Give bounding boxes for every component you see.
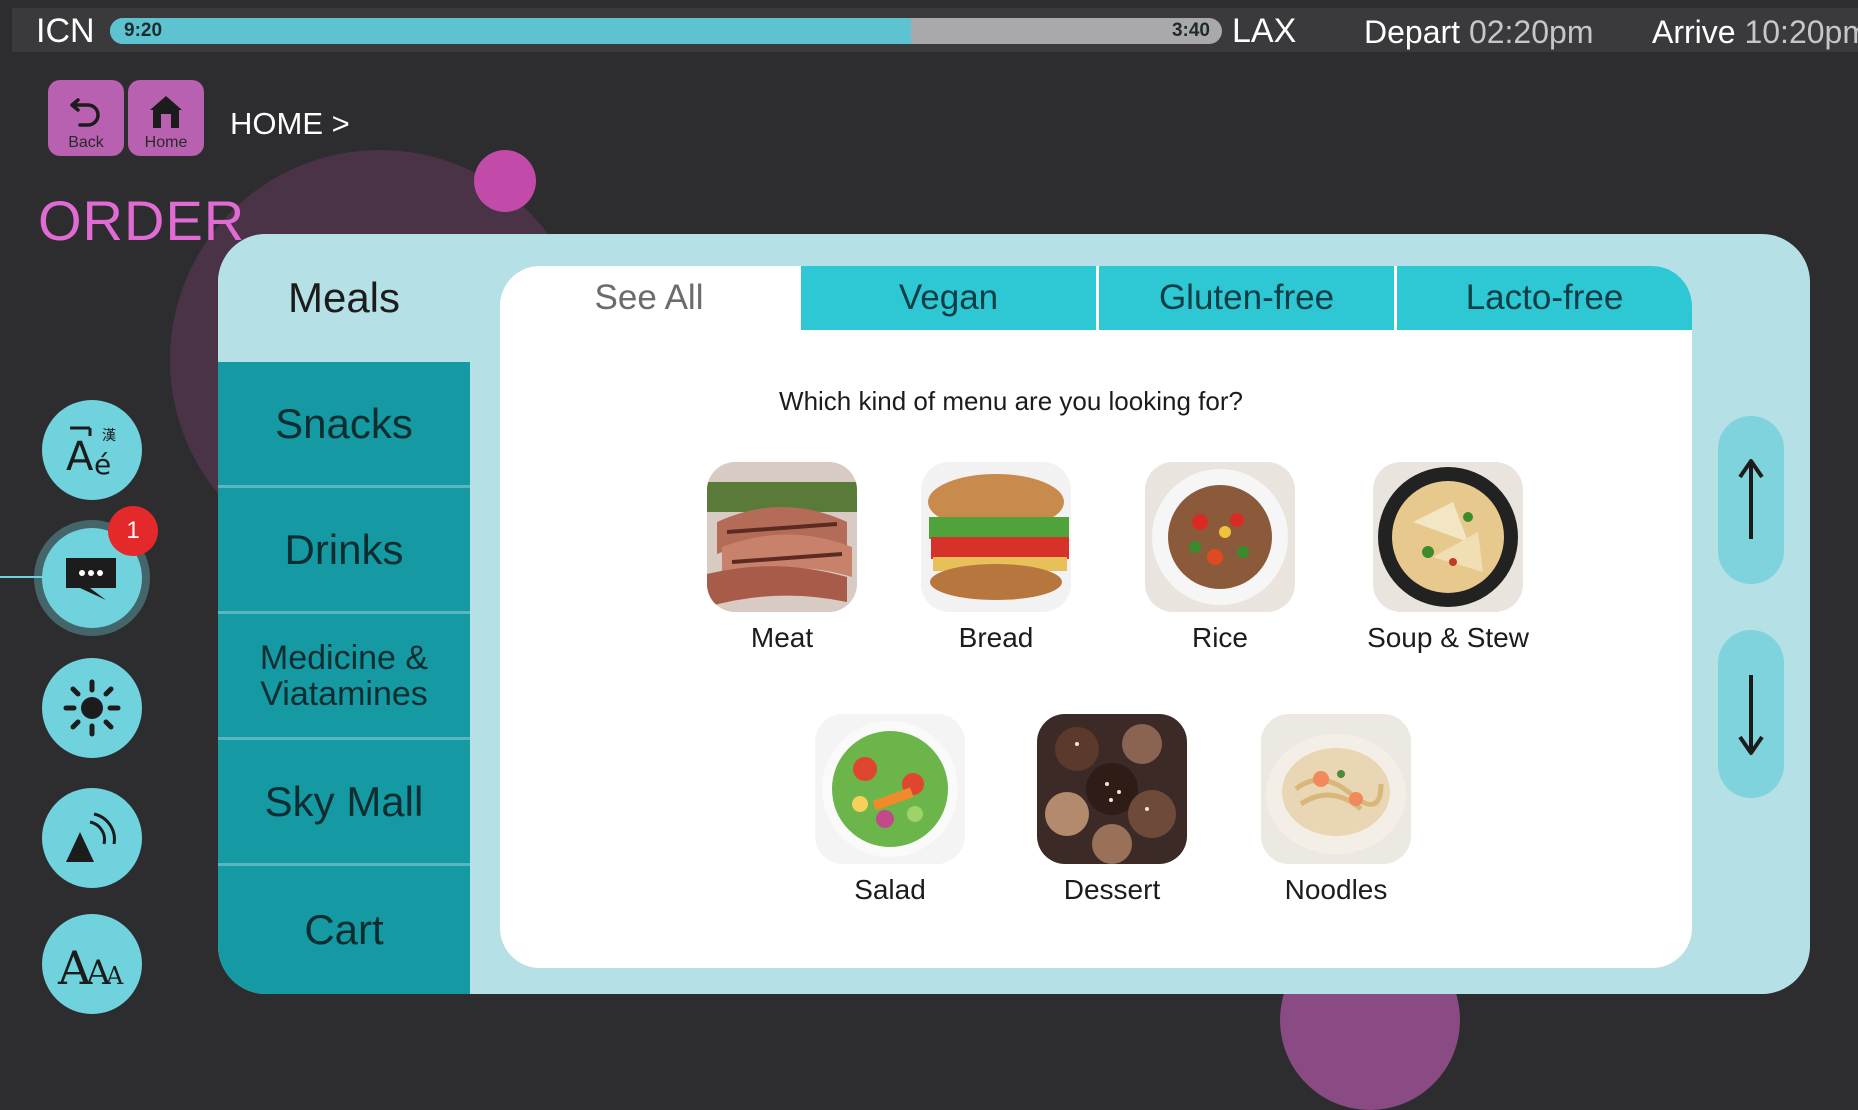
bread-image (921, 462, 1071, 612)
remaining-time: 3:40 (1171, 20, 1210, 41)
menu-content: See All Vegan Gluten-free Lacto-free Whi… (500, 266, 1692, 968)
font-size-button[interactable]: A A A (42, 914, 142, 1014)
elapsed-time: 9:20 (124, 20, 163, 41)
category-drinks[interactable]: Drinks (218, 488, 470, 614)
category-medicine[interactable]: Medicine & Viatamines (218, 614, 470, 740)
food-item-meat[interactable]: Meat (672, 462, 892, 654)
svg-text:A: A (66, 434, 94, 480)
noodles-image (1261, 714, 1411, 864)
soup-stew-image (1373, 462, 1523, 612)
tab-see-all[interactable]: See All (500, 266, 798, 330)
food-label: Rice (1191, 622, 1248, 653)
food-label: Dessert (1063, 874, 1161, 905)
food-label: Noodles (1284, 874, 1388, 905)
arrive-info: Arrive 10:20pm (1652, 14, 1858, 51)
filter-tabs: See All Vegan Gluten-free Lacto-free (500, 266, 1692, 330)
category-cart[interactable]: Cart (218, 866, 470, 994)
food-item-soup-stew[interactable]: Soup & Stew (1338, 462, 1558, 654)
food-item-noodles[interactable]: Noodles (1226, 714, 1446, 906)
brightness-icon (63, 679, 121, 737)
arrow-down-icon (1738, 675, 1764, 755)
depart-info: Depart 02:20pm (1364, 14, 1593, 51)
active-indicator-line (0, 576, 44, 578)
volume-button[interactable] (42, 788, 142, 888)
home-button[interactable]: Home (128, 80, 204, 156)
svg-text:é: é (94, 448, 111, 481)
destination-airport: LAX (1232, 12, 1297, 50)
arrive-time: 10:20pm (1744, 14, 1858, 50)
font-size-icon: A A A (57, 941, 124, 994)
food-item-salad[interactable]: Salad (780, 714, 1000, 906)
category-sky-mall[interactable]: Sky Mall (218, 740, 470, 866)
rice-image (1145, 462, 1295, 612)
page-title: ORDER (38, 189, 246, 252)
food-label: Soup & Stew (1367, 622, 1529, 653)
notification-badge: 1 (108, 506, 158, 556)
food-item-bread[interactable]: Bread (886, 462, 1106, 654)
back-label: Back (68, 134, 104, 151)
food-label: Bread (958, 622, 1034, 653)
arrow-up-icon (1738, 459, 1764, 539)
decorative-dot (474, 150, 536, 212)
back-button[interactable]: Back (48, 80, 124, 156)
menu-question: Which kind of menu are you looking for? (779, 386, 1243, 416)
food-label: Salad (854, 874, 926, 905)
chat-icon (66, 558, 116, 600)
salad-image (815, 714, 965, 864)
svg-text:A: A (105, 962, 124, 990)
flight-progress-fill (110, 18, 911, 44)
tab-lacto-free[interactable]: Lacto-free (1394, 266, 1692, 330)
scroll-up-button[interactable] (1718, 416, 1784, 584)
translate-icon: A é 漢 (66, 426, 116, 481)
scroll-down-button[interactable] (1718, 630, 1784, 798)
category-snacks[interactable]: Snacks (218, 362, 470, 488)
food-item-rice[interactable]: Rice (1110, 462, 1330, 654)
tab-gluten-free[interactable]: Gluten-free (1096, 266, 1394, 330)
category-meals[interactable]: Meals (218, 234, 470, 362)
flight-status-bar: ICN 9:20 3:40 LAX Depart 02:20pm Arrive … (12, 8, 1858, 52)
back-icon (70, 98, 100, 127)
arrive-label: Arrive (1652, 14, 1736, 50)
svg-text:漢: 漢 (102, 428, 116, 444)
food-item-dessert[interactable]: Dessert (1002, 714, 1222, 906)
depart-time: 02:20pm (1468, 14, 1594, 50)
meat-image (707, 462, 857, 612)
flight-progress-bar: 9:20 3:40 (110, 18, 1222, 44)
depart-label: Depart (1364, 14, 1461, 50)
brightness-button[interactable] (42, 658, 142, 758)
food-label: Meat (750, 622, 814, 653)
dessert-image (1037, 714, 1187, 864)
origin-airport: ICN (36, 12, 95, 50)
home-label: Home (144, 134, 188, 151)
tab-vegan[interactable]: Vegan (798, 266, 1096, 330)
language-button[interactable]: A é 漢 (42, 400, 142, 500)
order-panel: Meals Snacks Drinks Medicine & Viatamine… (218, 234, 1810, 994)
home-icon (150, 96, 182, 128)
breadcrumb[interactable]: HOME > (230, 106, 350, 142)
volume-icon (66, 812, 116, 862)
